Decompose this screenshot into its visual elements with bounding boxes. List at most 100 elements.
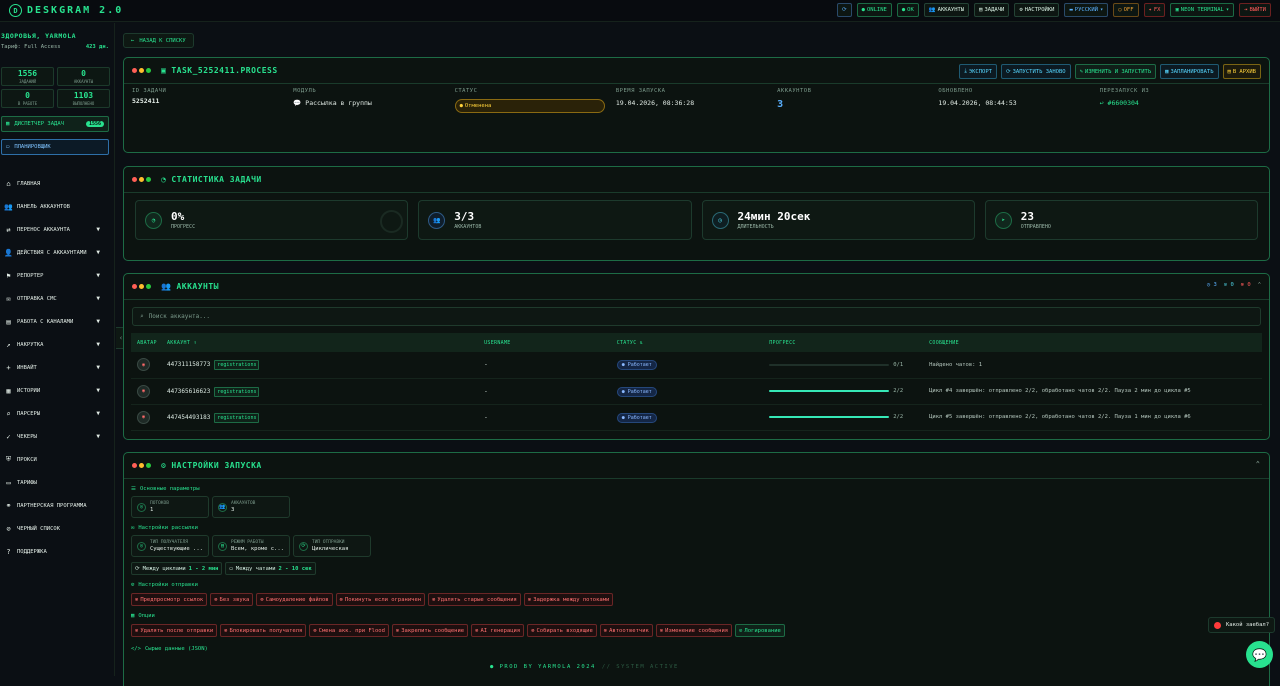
table-row[interactable]: ◉ 447365616623 registrations - ● Работает 2/2…	[131, 378, 1262, 405]
option-flags: ⊗ Удалять после отправки ⊗ Блокировать полу…	[131, 624, 1269, 637]
sidebar-item-users[interactable]: 👥 ПАНЕЛЬ АККАУНТОВ	[0, 195, 115, 218]
sidebar-item-home[interactable]: ⌂ ГЛАВНАЯ	[0, 172, 115, 195]
sidebar-item-transfer[interactable]: ⇄ ПЕРЕНОС АККАУНТА ▼	[0, 218, 115, 241]
chevron-down-icon: ▼	[96, 387, 100, 394]
stat-in-work: 0В РАБОТЕ	[1, 89, 54, 108]
send-flags: ⊗ Предпросмотр ссылок ⊗ Без звука ⊗ Самоудале…	[131, 593, 1269, 606]
option-flag-chip: ⊗ Закрепить сообщение	[391, 624, 469, 637]
status-cell: ● Работает	[610, 378, 764, 405]
archive-label: В АРХИВ	[1232, 68, 1256, 75]
collapse-icon[interactable]: ⌃	[1256, 460, 1260, 468]
account-search[interactable]: ⌕ Поиск аккаунта...	[132, 307, 1261, 326]
sidebar-item-tariff[interactable]: ▭ ТАРИФЫ	[0, 471, 115, 494]
blacklist-icon: ⊘	[6, 524, 11, 533]
settings-button[interactable]: ⚙ НАСТРОЙКИ	[1014, 3, 1060, 17]
send-icon: ➤	[994, 211, 1012, 229]
option-flag-chip: ⊗ Автоответчик	[599, 624, 653, 637]
sound-toggle[interactable]: ○ OFF	[1113, 3, 1139, 17]
accounts-title-text: АККАУНТЫ	[176, 282, 219, 291]
table-row[interactable]: ◉ 447311158773 registrations - ● Работает 0/1…	[131, 352, 1262, 379]
account-cell: 447311158773 registrations	[160, 352, 479, 379]
flag-label: Покинуть если ограничен	[344, 596, 422, 603]
count-ok-value: 0	[1230, 282, 1234, 288]
updated-value: 19.04.2026, 08:44:53	[938, 99, 1017, 107]
column-header[interactable]: СТАТУС ⇅	[610, 333, 764, 352]
sidebar-item-support[interactable]: ? ПОДДЕРЖКА	[0, 540, 115, 563]
sidebar-stats: 1556 ЗАДАНИЙ 0 АККАУНТЫ 0В РАБОТЕ 1103 ВЫПО…	[1, 67, 110, 108]
raw-data-toggle[interactable]: </> Сырые данные (JSON)	[131, 646, 1269, 652]
stat-label: ЗАДАНИЙ	[19, 79, 36, 84]
account-tag: registrations	[214, 412, 260, 423]
sidebar-item-label: ПРОКСИ	[17, 456, 37, 463]
restart-col: ПЕРЕЗАПУСК ИЗ ↩ #6600304	[1100, 88, 1261, 113]
sidebar-item-label: ИСТОРИИ	[17, 387, 41, 394]
sidebar-item-flag[interactable]: ⚑ РЕПОРТЕР ▼	[0, 264, 115, 287]
sidebar-item-shield[interactable]: ⛨ ПРОКСИ	[0, 448, 115, 471]
restart-label: ЗАПУСТИТЬ ЗАНОВО	[1012, 68, 1066, 75]
notification-toast[interactable]: Какой заебал?	[1208, 617, 1276, 633]
download-icon: ⤓	[964, 68, 967, 74]
tasks-button[interactable]: ▤ ЗАДАЧИ	[974, 3, 1010, 17]
table-row[interactable]: ◉ 447454493183 registrations - ● Работает 2/2…	[131, 404, 1262, 431]
progress-fill	[769, 415, 890, 419]
language-select[interactable]: ▬ РУССКИЙ ▾	[1064, 3, 1109, 17]
send-flag-chip: ⊗ Удалять старые сообщения	[428, 593, 521, 606]
sidebar-item-label: ЧЕРНЫЙ СПИСОК	[17, 525, 61, 532]
sidebar-item-chart[interactable]: ↗ НАКРУТКА ▼	[0, 333, 115, 356]
sent-card: ➤ 23 ОТПРАВЛЕНО	[984, 200, 1258, 240]
restart-from-link[interactable]: ↩ #6600304	[1100, 99, 1261, 107]
options-label: Опции	[138, 613, 155, 619]
chat-bubble-icon: 💬	[1252, 647, 1267, 662]
account-cell: 447365616623 registrations	[160, 378, 479, 405]
fx-toggle[interactable]: ✦ FX	[1143, 3, 1166, 17]
sidebar-item-label: ПАРСЕРЫ	[17, 410, 41, 417]
sidebar-item-story[interactable]: ▦ ИСТОРИИ ▼	[0, 379, 115, 402]
status-label: СТАТУС	[454, 88, 478, 94]
sidebar-item-user-action[interactable]: 👤 ДЕЙСТВИЯ С АККАУНТАМИ ▼	[0, 241, 115, 264]
restart-button[interactable]: ⟳ ЗАПУСТИТЬ ЗАНОВО	[1001, 64, 1071, 79]
column-header[interactable]: АККАУНТ ↑	[160, 333, 479, 352]
sidebar-item-check[interactable]: ✓ ЧЕКЕРЫ ▼	[0, 425, 115, 448]
archive-button[interactable]: ▤ В АРХИВ	[1222, 64, 1261, 79]
dispatcher-label: ДИСПЕТЧЕР ЗАДАЧ	[14, 121, 64, 127]
avatar-cell: ◉	[131, 352, 161, 379]
planner-button[interactable]: ▭ ПЛАНИРОВЩИК	[1, 139, 109, 155]
sidebar-item-partner[interactable]: ⚭ ПАРТНЕРСКАЯ ПРОГРАММА	[0, 494, 115, 517]
dispatcher-button[interactable]: ▦ ДИСПЕТЧЕР ЗАДАЧ 1556	[1, 116, 109, 132]
sidebar-item-invite[interactable]: + ИНВАЙТ ▼	[0, 356, 115, 379]
user-action-icon: 👤	[4, 248, 13, 257]
column-header: ПРОГРЕСС	[763, 333, 924, 352]
check-icon: ✓	[6, 432, 11, 441]
flag-label: Блокировать получателя	[229, 627, 303, 634]
cross-circle-icon: ⊗	[531, 627, 535, 634]
mail-icon: ✉	[131, 525, 135, 531]
back-to-list-button[interactable]: ← НАЗАД К СПИСКУ	[123, 33, 194, 48]
chat-button[interactable]: 💬	[1246, 641, 1273, 668]
status-badge: ● Работает	[616, 412, 657, 423]
sidebar-item-message[interactable]: ✉ ОТПРАВКА СМС ▼	[0, 287, 115, 310]
export-button[interactable]: ⤓ ЭКСПОРТ	[959, 64, 997, 79]
logout-button[interactable]: ⇥ ВЫЙТИ	[1239, 3, 1271, 17]
sidebar-item-blacklist[interactable]: ⊘ ЧЕРНЫЙ СПИСОК	[0, 517, 115, 540]
chevron-down-icon: ▼	[96, 341, 100, 348]
chevron-down-icon: ▼	[96, 226, 100, 233]
edit-and-run-button[interactable]: ✎ ИЗМЕНИТЬ И ЗАПУСТИТЬ	[1074, 64, 1157, 79]
accounts-value: 3	[777, 99, 784, 110]
schedule-button[interactable]: ▦ ЗАПЛАНИРОВАТЬ	[1160, 64, 1219, 79]
progress-bar	[769, 389, 890, 393]
accounts-button[interactable]: 👥 АККАУНТЫ	[923, 3, 970, 17]
sidebar-item-search[interactable]: ⌕ ПАРСЕРЫ ▼	[0, 402, 115, 425]
refresh-button[interactable]: ⟳	[837, 3, 852, 17]
progress-label: ПРОГРЕСС	[171, 224, 196, 230]
theme-select[interactable]: ▣ NEON TERMINAL ▾	[1170, 3, 1235, 17]
sidebar-item-channel[interactable]: ▤ РАБОТА С КАНАЛАМИ ▼	[0, 310, 115, 333]
username-cell: -	[478, 352, 611, 379]
flag-label: Задержка между потоками	[533, 596, 610, 603]
footer-right: // SYSTEM ACTIVE	[601, 664, 679, 670]
collapse-icon[interactable]: ⌃	[1258, 282, 1261, 288]
stats-title: ◔ СТАТИСТИКА ЗАДАЧИ	[161, 175, 262, 184]
send-type-value: Циклическая	[312, 546, 349, 552]
recipient-value: Существующие ...	[150, 546, 203, 552]
progress-card: ◔ 0% ПРОГРЕСС	[135, 200, 409, 240]
account-tag: registrations	[214, 360, 260, 371]
